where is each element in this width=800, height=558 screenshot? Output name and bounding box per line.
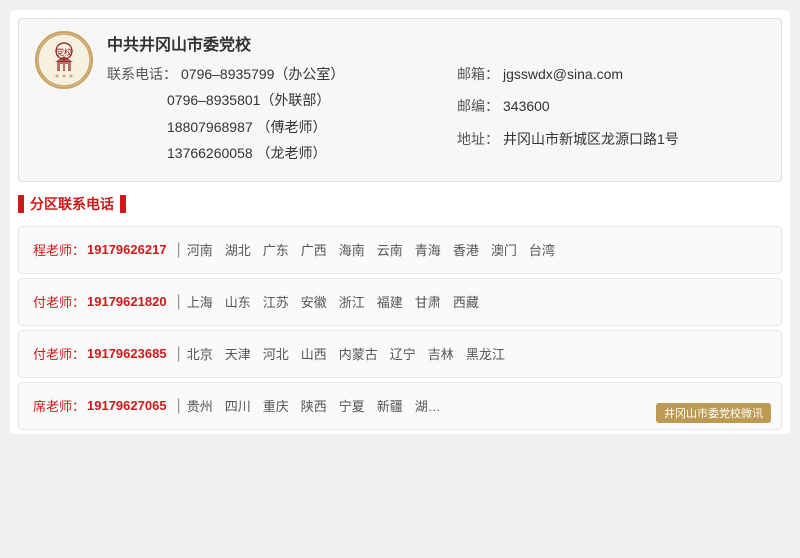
region-2-3: 山西 — [301, 344, 327, 363]
watermark: 井冈山市委党校微讯 — [656, 403, 771, 423]
header-info: 中共井冈山市委党校 联系电话： 0796–8935799（办公室） 0796–8… — [107, 31, 765, 169]
region-0-6: 青海 — [415, 240, 441, 259]
svg-text:党校: 党校 — [56, 47, 72, 57]
teacher-phone-0: 19179626217 — [87, 242, 167, 257]
region-2-1: 天津 — [225, 344, 251, 363]
separator-2: | — [177, 345, 181, 363]
region-1-2: 江苏 — [263, 292, 289, 311]
teacher-name-0: 程老师： — [33, 240, 85, 259]
page-container: 党校 ★ ★ ★ 中共井冈山市委党校 联系电话： 0796–8935799（办公 — [10, 10, 790, 434]
separator-0: | — [177, 241, 181, 259]
teacher-card-3: 席老师： 19179627065 | 贵州 四川 重庆 陕西 宁夏 新疆 湖… … — [18, 382, 782, 430]
postcode-label: 邮编： — [457, 95, 499, 117]
region-2-4: 内蒙古 — [339, 344, 378, 363]
email-label: 邮箱： — [457, 63, 499, 85]
section-title: 分区联系电话 — [30, 194, 114, 214]
section-divider: 分区联系电话 — [18, 190, 782, 218]
teacher-name-1: 付老师： — [33, 292, 85, 311]
regions-2: 北京 天津 河北 山西 内蒙古 辽宁 吉林 黑龙江 — [187, 344, 505, 363]
region-2-6: 吉林 — [428, 344, 454, 363]
divider-bar-left — [18, 195, 24, 213]
divider-bar-right — [120, 195, 126, 213]
phone-row-4: 13766260058 （龙老师） — [107, 142, 435, 164]
regions-1: 上海 山东 江苏 安徽 浙江 福建 甘肃 西藏 — [187, 292, 479, 311]
region-0-7: 香港 — [453, 240, 479, 259]
region-0-5: 云南 — [377, 240, 403, 259]
region-0-0: 河南 — [187, 240, 213, 259]
svg-text:★ ★ ★: ★ ★ ★ — [54, 73, 73, 80]
address-value: 井冈山市新城区龙源口路1号 — [503, 128, 679, 150]
address-row: 地址： 井冈山市新城区龙源口路1号 — [457, 128, 765, 150]
region-3-0: 贵州 — [187, 396, 213, 415]
phone-row-1: 联系电话： 0796–8935799（办公室） — [107, 63, 435, 85]
region-1-3: 安徽 — [301, 292, 327, 311]
region-0-9: 台湾 — [529, 240, 555, 259]
region-3-4: 宁夏 — [339, 396, 365, 415]
phone-label-1: 联系电话： — [107, 63, 177, 85]
regions-3: 贵州 四川 重庆 陕西 宁夏 新疆 湖… — [187, 396, 441, 415]
region-3-1: 四川 — [225, 396, 251, 415]
region-2-0: 北京 — [187, 344, 213, 363]
regions-0: 河南 湖北 广东 广西 海南 云南 青海 香港 澳门 台湾 — [187, 240, 555, 259]
region-1-7: 西藏 — [453, 292, 479, 311]
teacher-phone-2: 19179623685 — [87, 346, 167, 361]
teacher-card-2: 付老师： 19179623685 | 北京 天津 河北 山西 内蒙古 辽宁 吉林… — [18, 330, 782, 378]
region-0-8: 澳门 — [491, 240, 517, 259]
region-3-6: 湖… — [415, 396, 441, 415]
region-1-1: 山东 — [225, 292, 251, 311]
phone-value-4: 13766260058 （龙老师） — [167, 142, 327, 164]
region-3-2: 重庆 — [263, 396, 289, 415]
teacher-card-1: 付老师： 19179621820 | 上海 山东 江苏 安徽 浙江 福建 甘肃 … — [18, 278, 782, 326]
phone-row-2: 0796–8935801（外联部） — [107, 89, 435, 111]
org-name: 中共井冈山市委党校 — [107, 31, 765, 55]
region-2-2: 河北 — [263, 344, 289, 363]
region-3-3: 陕西 — [301, 396, 327, 415]
phone-row-3: 18807968987 （傅老师） — [107, 116, 435, 138]
region-0-3: 广西 — [301, 240, 327, 259]
region-2-7: 黑龙江 — [466, 344, 505, 363]
phone-value-3: 18807968987 （傅老师） — [167, 116, 327, 138]
logo-area: 党校 ★ ★ ★ — [35, 31, 95, 91]
email-value: jgsswdx@sina.com — [503, 63, 623, 85]
phone-value-1: 0796–8935799（办公室） — [181, 63, 344, 85]
email-row: 邮箱： jgsswdx@sina.com — [457, 63, 765, 85]
region-1-5: 福建 — [377, 292, 403, 311]
region-2-5: 辽宁 — [390, 344, 416, 363]
region-1-6: 甘肃 — [415, 292, 441, 311]
org-logo: 党校 ★ ★ ★ — [35, 31, 93, 89]
region-0-4: 海南 — [339, 240, 365, 259]
region-0-2: 广东 — [263, 240, 289, 259]
contact-grid: 联系电话： 0796–8935799（办公室） 0796–8935801（外联部… — [107, 63, 765, 169]
left-contact-col: 联系电话： 0796–8935799（办公室） 0796–8935801（外联部… — [107, 63, 435, 169]
teacher-name-3: 席老师： — [33, 396, 85, 415]
separator-1: | — [177, 293, 181, 311]
address-label: 地址： — [457, 128, 499, 150]
region-0-1: 湖北 — [225, 240, 251, 259]
teacher-card-0: 程老师： 19179626217 | 河南 湖北 广东 广西 海南 云南 青海 … — [18, 226, 782, 274]
region-1-0: 上海 — [187, 292, 213, 311]
region-3-5: 新疆 — [377, 396, 403, 415]
right-contact-col: 邮箱： jgsswdx@sina.com 邮编： 343600 地址： 井冈山市… — [437, 63, 765, 169]
phone-value-2: 0796–8935801（外联部） — [167, 89, 330, 111]
header-section: 党校 ★ ★ ★ 中共井冈山市委党校 联系电话： 0796–8935799（办公 — [18, 18, 782, 182]
separator-3: | — [177, 397, 181, 415]
teacher-name-2: 付老师： — [33, 344, 85, 363]
teacher-phone-3: 19179627065 — [87, 398, 167, 413]
teacher-phone-1: 19179621820 — [87, 294, 167, 309]
postcode-row: 邮编： 343600 — [457, 95, 765, 117]
region-1-4: 浙江 — [339, 292, 365, 311]
postcode-value: 343600 — [503, 95, 550, 117]
